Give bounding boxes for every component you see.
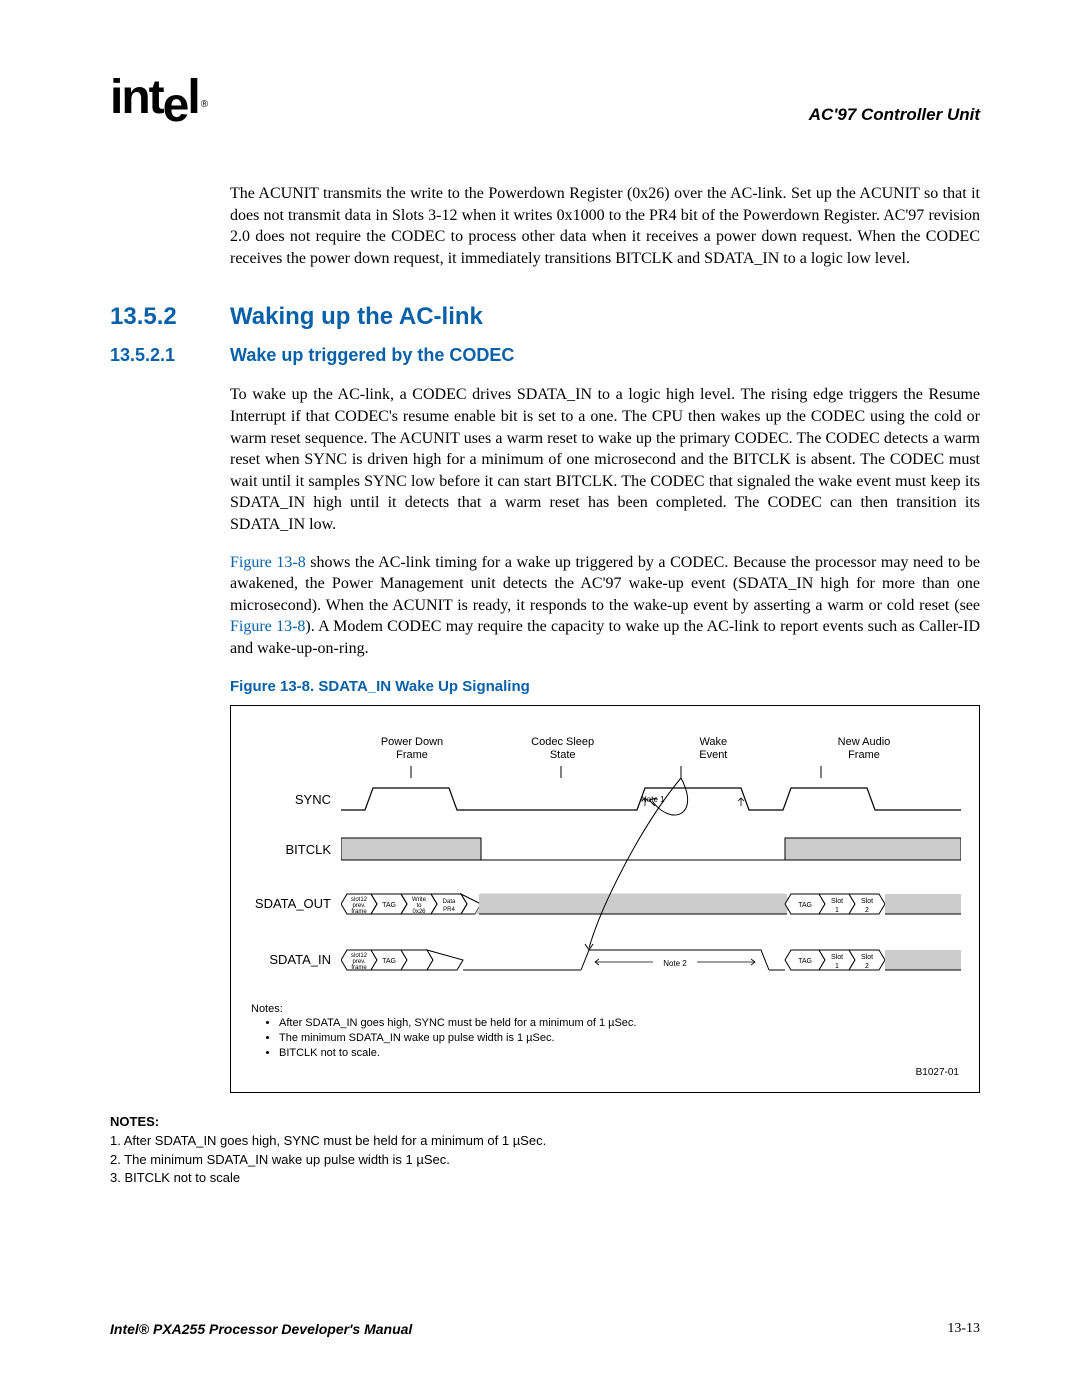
page-footer: Intel® PXA255 Processor Developer's Manu…	[110, 1321, 980, 1337]
figure-notes-heading: Notes:	[251, 1003, 283, 1015]
chapter-title: AC'97 Controller Unit	[809, 105, 980, 125]
label-bitclk: BITCLK	[251, 842, 331, 857]
svg-text:TAG: TAG	[798, 902, 812, 909]
svg-text:Slot: Slot	[861, 898, 873, 905]
subheading-number: 13.5.2.1	[110, 345, 230, 366]
figure-note-2: The minimum SDATA_IN wake up pulse width…	[279, 1031, 959, 1046]
label-sdata-in: SDATA_IN	[251, 952, 331, 967]
intro-paragraph: The ACUNIT transmits the write to the Po…	[230, 183, 980, 269]
svg-text:frame: frame	[351, 965, 367, 971]
page-number: 13-13	[947, 1321, 980, 1337]
figure-link-1[interactable]: Figure 13-8	[230, 554, 306, 571]
figure-caption: Figure 13-8. SDATA_IN Wake Up Signaling	[230, 678, 980, 695]
annot-codecsleep: Codec SleepState	[518, 736, 608, 762]
svg-text:1: 1	[835, 907, 839, 914]
svg-text:TAG: TAG	[382, 902, 396, 909]
paragraph-1: To wake up the AC-link, a CODEC drives S…	[230, 384, 980, 535]
bottom-note-1: 1. After SDATA_IN goes high, SYNC must b…	[110, 1132, 980, 1151]
label-sdata-out: SDATA_OUT	[251, 896, 331, 911]
figure-notes: Notes: After SDATA_IN goes high, SYNC mu…	[251, 1002, 959, 1061]
svg-text:PR4: PR4	[443, 907, 455, 913]
bottom-note-2: 2. The minimum SDATA_IN wake up pulse wi…	[110, 1151, 980, 1170]
label-sync: SYNC	[251, 792, 331, 807]
note2-label: Note 2	[663, 959, 687, 968]
figure-box: Power DownFrame Codec SleepState WakeEve…	[230, 705, 980, 1093]
heading-text: Waking up the AC-link	[230, 303, 483, 331]
heading-13-5-2-1: 13.5.2.1 Wake up triggered by the CODEC	[110, 345, 980, 366]
bottom-note-3: 3. BITCLK not to scale	[110, 1169, 980, 1188]
svg-text:Data: Data	[443, 899, 456, 905]
paragraph-2-mid: shows the AC-link timing for a wake up t…	[230, 554, 980, 614]
figure-note-3: BITCLK not to scale.	[279, 1046, 959, 1061]
paragraph-2-post: ). A Modem CODEC may require the capacit…	[230, 618, 980, 657]
bottom-notes-heading: NOTES:	[110, 1113, 980, 1132]
svg-text:1: 1	[835, 963, 839, 970]
timing-svg: Note 1	[341, 766, 961, 1006]
page: intel® AC'97 Controller Unit The ACUNIT …	[0, 0, 1080, 1397]
svg-text:2: 2	[865, 907, 869, 914]
svg-text:0x26: 0x26	[412, 909, 426, 915]
svg-text:frame: frame	[351, 909, 367, 915]
intel-logo: intel®	[110, 70, 204, 125]
annot-newaudio: New AudioFrame	[819, 736, 909, 762]
figure-id: B1027-01	[251, 1067, 959, 1078]
subheading-text: Wake up triggered by the CODEC	[230, 345, 514, 366]
page-header: intel® AC'97 Controller Unit	[110, 70, 980, 125]
figure-link-2[interactable]: Figure 13-8	[230, 618, 305, 635]
heading-13-5-2: 13.5.2 Waking up the AC-link	[110, 303, 980, 331]
paragraph-2: Figure 13-8 shows the AC-link timing for…	[230, 552, 980, 660]
footer-title: Intel® PXA255 Processor Developer's Manu…	[110, 1321, 412, 1337]
svg-text:Slot: Slot	[831, 954, 843, 961]
svg-text:Slot: Slot	[831, 898, 843, 905]
bottom-notes: NOTES: 1. After SDATA_IN goes high, SYNC…	[110, 1113, 980, 1188]
heading-number: 13.5.2	[110, 303, 230, 331]
svg-text:Slot: Slot	[861, 954, 873, 961]
svg-text:2: 2	[865, 963, 869, 970]
svg-text:TAG: TAG	[382, 958, 396, 965]
annotation-row: Power DownFrame Codec SleepState WakeEve…	[341, 736, 949, 762]
annot-wakeevent: WakeEvent	[668, 736, 758, 762]
annot-powerdown: Power DownFrame	[367, 736, 457, 762]
figure-note-1: After SDATA_IN goes high, SYNC must be h…	[279, 1016, 959, 1031]
svg-text:TAG: TAG	[798, 958, 812, 965]
timing-diagram: Power DownFrame Codec SleepState WakeEve…	[251, 736, 959, 996]
